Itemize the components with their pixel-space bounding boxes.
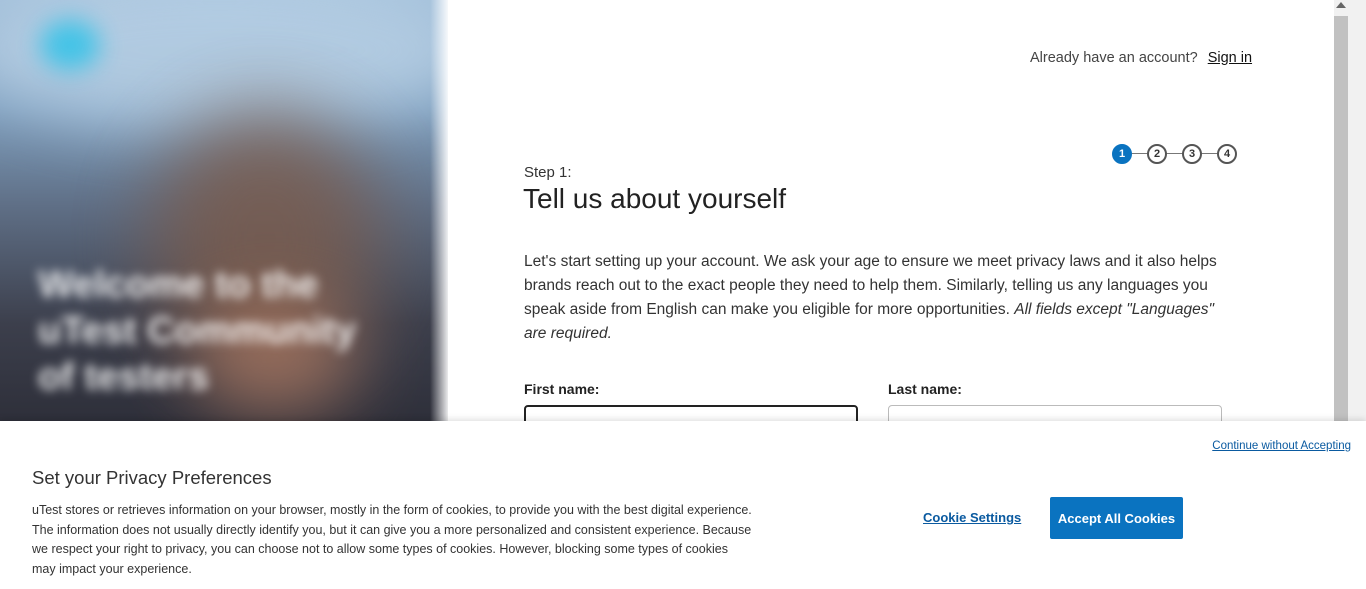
stepper-line xyxy=(1122,153,1228,154)
step-4-indicator: 4 xyxy=(1217,144,1237,164)
step-1-indicator: 1 xyxy=(1112,144,1132,164)
progress-stepper: 1 2 3 4 xyxy=(1112,144,1238,164)
cookie-settings-button[interactable]: Cookie Settings xyxy=(923,510,1021,525)
cookie-banner-title: Set your Privacy Preferences xyxy=(32,467,272,488)
step-3-indicator: 3 xyxy=(1182,144,1202,164)
step-label: Step 1: xyxy=(524,164,572,181)
scrollbar-thumb[interactable] xyxy=(1334,16,1348,436)
sign-in-link[interactable]: Sign in xyxy=(1208,50,1252,66)
hero-logo-blur xyxy=(40,20,100,70)
account-prompt-text: Already have an account? xyxy=(1030,50,1198,66)
accept-all-cookies-button[interactable]: Accept All Cookies xyxy=(1050,497,1183,539)
step-2-indicator: 2 xyxy=(1147,144,1167,164)
page-title: Tell us about yourself xyxy=(523,183,787,214)
scroll-up-arrow-icon[interactable] xyxy=(1336,2,1346,8)
intro-paragraph: Let's start setting up your account. We … xyxy=(524,250,1236,346)
hero-headline: Welcome to the uTest Community of tester… xyxy=(38,264,357,398)
cookie-consent-banner: Continue without Accepting Set your Priv… xyxy=(0,421,1366,589)
cookie-banner-body: uTest stores or retrieves information on… xyxy=(32,503,752,576)
continue-without-accepting-link[interactable]: Continue without Accepting xyxy=(1212,440,1351,452)
first-name-label: First name: xyxy=(524,381,600,397)
last-name-label: Last name: xyxy=(888,381,962,397)
account-prompt-row: Already have an account? Sign in xyxy=(1030,50,1252,66)
